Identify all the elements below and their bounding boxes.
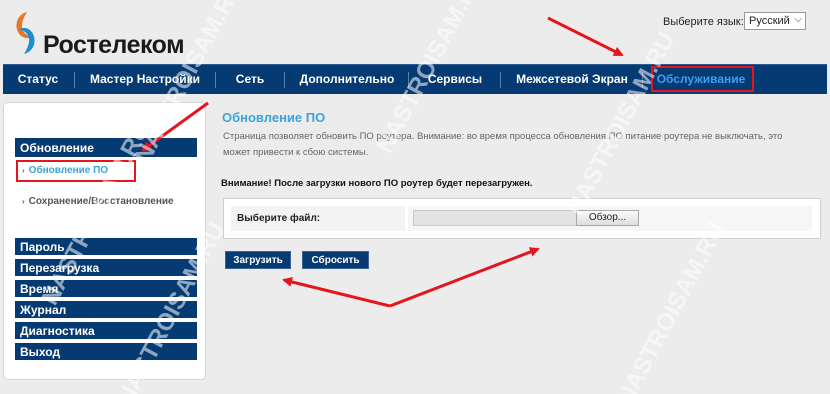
reset-button[interactable]: Сбросить bbox=[302, 251, 369, 269]
language-label: Выберите язык: bbox=[663, 16, 744, 28]
nav-item-firewall[interactable]: Межсетевой Экран bbox=[507, 65, 637, 95]
upload-button[interactable]: Загрузить bbox=[225, 251, 291, 269]
file-path-input[interactable] bbox=[413, 210, 577, 226]
nav-item-services[interactable]: Сервисы bbox=[415, 65, 495, 95]
file-input-cell: Обзор... bbox=[408, 206, 812, 231]
highlight-box-firmware-update bbox=[16, 160, 136, 182]
reboot-warning: Внимание! После загрузки нового ПО роуте… bbox=[221, 178, 533, 189]
header: Ростелеком Выберите язык: Русский ⌵ bbox=[0, 0, 830, 64]
nav-item-label: Сервисы bbox=[427, 72, 483, 86]
sidebar-subitem-backup-restore[interactable]: › Сохранение/Восстановление bbox=[22, 196, 174, 207]
nav-item-label: Сеть bbox=[235, 72, 265, 86]
file-label: Выберите файл: bbox=[231, 206, 405, 231]
sidebar-subitem-label: Сохранение/Восстановление bbox=[28, 196, 174, 207]
nav-item-network[interactable]: Сеть bbox=[221, 65, 279, 95]
sidebar-item-log[interactable]: Журнал bbox=[15, 301, 197, 318]
sidebar-section-update[interactable]: Обновление bbox=[15, 138, 197, 157]
language-select[interactable]: Русский ⌵ bbox=[744, 12, 806, 30]
nav-divider bbox=[74, 72, 75, 88]
nav-item-setup-wizard[interactable]: Мастер Настройки bbox=[81, 65, 209, 95]
highlight-box-maintenance bbox=[651, 66, 754, 92]
nav-divider bbox=[215, 72, 216, 88]
sidebar-item-logout[interactable]: Выход bbox=[15, 343, 197, 360]
sidebar-item-reboot[interactable]: Перезагрузка bbox=[15, 259, 197, 276]
file-upload-panel: Выберите файл: Обзор... bbox=[223, 198, 821, 239]
language-selected-value: Русский bbox=[749, 15, 790, 27]
nav-divider bbox=[284, 72, 285, 88]
sidebar: Обновление › Обновление ПО › Сохранение/Во… bbox=[3, 102, 206, 380]
sidebar-item-password[interactable]: Пароль bbox=[15, 238, 197, 255]
browse-button[interactable]: Обзор... bbox=[576, 210, 639, 226]
nav-item-label: Статус bbox=[17, 72, 59, 86]
rostelecom-logo: Ростелеком bbox=[10, 10, 185, 59]
nav-divider bbox=[500, 72, 501, 88]
brand-name: Ростелеком bbox=[43, 31, 185, 59]
nav-divider bbox=[408, 72, 409, 88]
nav-item-label: Дополнительно bbox=[299, 72, 395, 86]
sidebar-item-diagnostics[interactable]: Диагностика bbox=[15, 322, 197, 339]
chevron-down-icon: ⌵ bbox=[794, 14, 802, 25]
nav-item-status[interactable]: Статус bbox=[7, 65, 69, 95]
page-title: Обновление ПО bbox=[222, 110, 326, 125]
page-description: Страница позволяет обновить ПО роутера. … bbox=[223, 131, 783, 158]
nav-item-label: Межсетевой Экран bbox=[516, 72, 628, 86]
nav-item-label: Мастер Настройки bbox=[89, 72, 200, 86]
main-content: Обновление ПО Страница позволяет обновит… bbox=[214, 102, 828, 380]
nav-item-advanced[interactable]: Дополнительно bbox=[291, 65, 403, 95]
nav-divider bbox=[642, 72, 643, 88]
sidebar-item-time[interactable]: Время bbox=[15, 280, 197, 297]
chevron-right-icon: › bbox=[22, 197, 25, 206]
rostelecom-logo-icon bbox=[16, 12, 35, 54]
